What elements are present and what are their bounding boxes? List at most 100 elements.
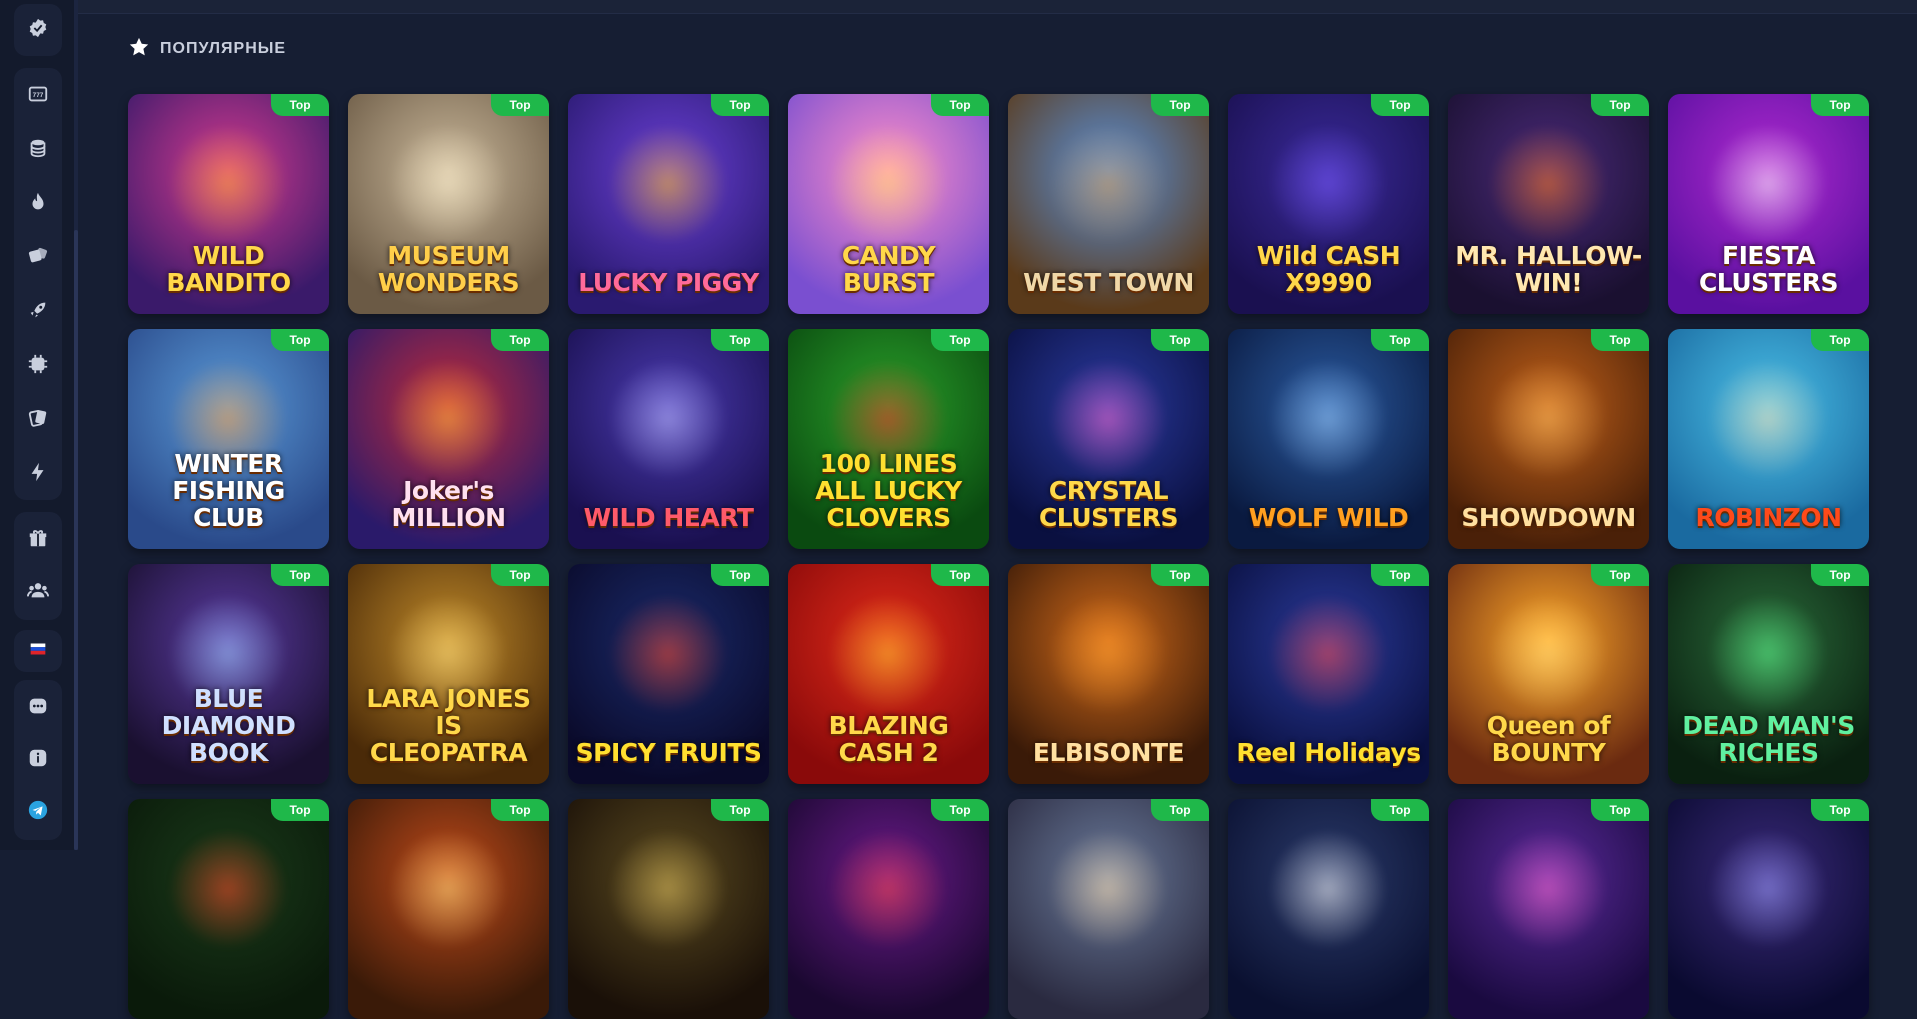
game-card[interactable]: Queen of BOUNTY Top [1448, 564, 1649, 784]
game-card[interactable]: SHOWDOWN Top [1448, 329, 1649, 549]
game-artwork [608, 829, 728, 949]
game-card[interactable]: Top [1668, 799, 1869, 1019]
game-card[interactable]: WILD BANDITO Top [128, 94, 329, 314]
game-card[interactable]: Top [1228, 799, 1429, 1019]
sidebar-group-social [14, 512, 62, 620]
game-card[interactable]: BLUE DIAMOND BOOK Top [128, 564, 329, 784]
game-artwork [608, 359, 728, 479]
game-artwork [1708, 594, 1828, 714]
sidebar-item-coins[interactable] [14, 126, 62, 174]
slot-machine-icon: 777 [27, 83, 49, 110]
sidebar-group-language [14, 630, 62, 672]
sidebar-item-referral[interactable] [14, 568, 62, 616]
game-card[interactable]: Top [348, 799, 549, 1019]
game-title: ELBISONTE [1032, 738, 1185, 767]
fire-icon [27, 191, 49, 218]
top-badge: Top [491, 564, 549, 586]
game-title: SHOWDOWN [1461, 503, 1636, 532]
top-badge: Top [1371, 799, 1429, 821]
game-artwork [388, 359, 508, 479]
top-badge: Top [931, 799, 989, 821]
game-title: WEST TOWN [1023, 268, 1194, 297]
sidebar-item-cards[interactable] [14, 396, 62, 444]
game-card[interactable]: WOLF WILD Top [1228, 329, 1429, 549]
top-badge: Top [931, 564, 989, 586]
game-artwork [168, 829, 288, 949]
game-card[interactable]: MR. HALLOW-WIN! Top [1448, 94, 1649, 314]
top-badge: Top [931, 329, 989, 351]
game-card[interactable]: SPICY FRUITS Top [568, 564, 769, 784]
game-title: CRYSTAL CLUSTERS [1038, 476, 1179, 532]
sidebar-item-crash[interactable] [14, 288, 62, 336]
sidebar-scrollbar[interactable] [74, 0, 78, 850]
header-bar [78, 0, 1917, 14]
game-artwork [1048, 829, 1168, 949]
top-badge: Top [271, 799, 329, 821]
game-card[interactable]: WINTER FISHING CLUB Top [128, 329, 329, 549]
shield-check-icon [27, 17, 49, 44]
game-card[interactable]: ROBINZON Top [1668, 329, 1869, 549]
game-card[interactable]: CANDY BURST Top [788, 94, 989, 314]
top-badge: Top [1371, 94, 1429, 116]
top-badge: Top [711, 564, 769, 586]
game-card[interactable]: LUCKY PIGGY Top [568, 94, 769, 314]
game-card[interactable]: Top [788, 799, 989, 1019]
sidebar-item-chips[interactable] [14, 342, 62, 390]
lightning-icon [27, 461, 49, 488]
game-card[interactable]: LARA JONES IS CLEOPATRA Top [348, 564, 549, 784]
game-artwork [1048, 359, 1168, 479]
sidebar-item-chat[interactable] [14, 684, 62, 732]
sidebar-group-top [14, 4, 62, 56]
top-badge: Top [1591, 94, 1649, 116]
telegram-icon [27, 799, 49, 826]
game-card[interactable]: DEAD MAN'S RICHES Top [1668, 564, 1869, 784]
game-artwork [1488, 359, 1608, 479]
top-badge: Top [711, 329, 769, 351]
game-title: ROBINZON [1695, 503, 1842, 532]
game-card[interactable]: Joker's MILLION Top [348, 329, 549, 549]
game-artwork [608, 594, 728, 714]
game-card[interactable]: WEST TOWN Top [1008, 94, 1209, 314]
scrollbar-thumb[interactable] [74, 230, 78, 850]
game-artwork [1488, 124, 1608, 244]
sidebar-item-hot[interactable] [14, 180, 62, 228]
game-card[interactable]: Top [1448, 799, 1649, 1019]
game-artwork [388, 829, 508, 949]
game-card[interactable]: Wild CASH X9990 Top [1228, 94, 1429, 314]
game-card[interactable]: BLAZING CASH 2 Top [788, 564, 989, 784]
sidebar-group-misc [14, 680, 62, 840]
game-artwork [1488, 829, 1608, 949]
game-title: WOLF WILD [1248, 503, 1409, 532]
game-title: DEAD MAN'S RICHES [1682, 711, 1855, 767]
game-card[interactable]: FIESTA CLUSTERS Top [1668, 94, 1869, 314]
star-icon [128, 36, 150, 63]
game-title: MUSEUM WONDERS [377, 241, 520, 297]
top-badge: Top [711, 94, 769, 116]
sidebar-item-verified[interactable] [14, 6, 62, 54]
game-title: WILD HEART [583, 503, 754, 532]
sidebar-item-info[interactable] [14, 736, 62, 784]
game-card[interactable]: Reel Holidays Top [1228, 564, 1429, 784]
top-badge: Top [491, 329, 549, 351]
game-card[interactable]: 100 LINES ALL LUCKY CLOVERS Top [788, 329, 989, 549]
game-title: MR. HALLOW-WIN! [1455, 241, 1642, 297]
game-card[interactable]: CRYSTAL CLUSTERS Top [1008, 329, 1209, 549]
sidebar-item-slots[interactable]: 777 [14, 72, 62, 120]
game-card[interactable]: Top [1008, 799, 1209, 1019]
sidebar-item-fast[interactable] [14, 450, 62, 498]
svg-text:777: 777 [33, 91, 44, 98]
sidebar-item-bonuses[interactable] [14, 516, 62, 564]
game-card[interactable]: ELBISONTE Top [1008, 564, 1209, 784]
language-selector[interactable] [14, 627, 62, 675]
game-card[interactable]: WILD HEART Top [568, 329, 769, 549]
top-badge: Top [1151, 799, 1209, 821]
chat-dots-icon [27, 695, 49, 722]
game-card[interactable]: Top [128, 799, 329, 1019]
game-card[interactable]: MUSEUM WONDERS Top [348, 94, 549, 314]
game-artwork [1708, 359, 1828, 479]
sidebar-item-telegram[interactable] [14, 788, 62, 836]
game-artwork [828, 829, 948, 949]
game-card[interactable]: Top [568, 799, 769, 1019]
game-artwork [1268, 594, 1388, 714]
sidebar-item-dice[interactable] [14, 234, 62, 282]
